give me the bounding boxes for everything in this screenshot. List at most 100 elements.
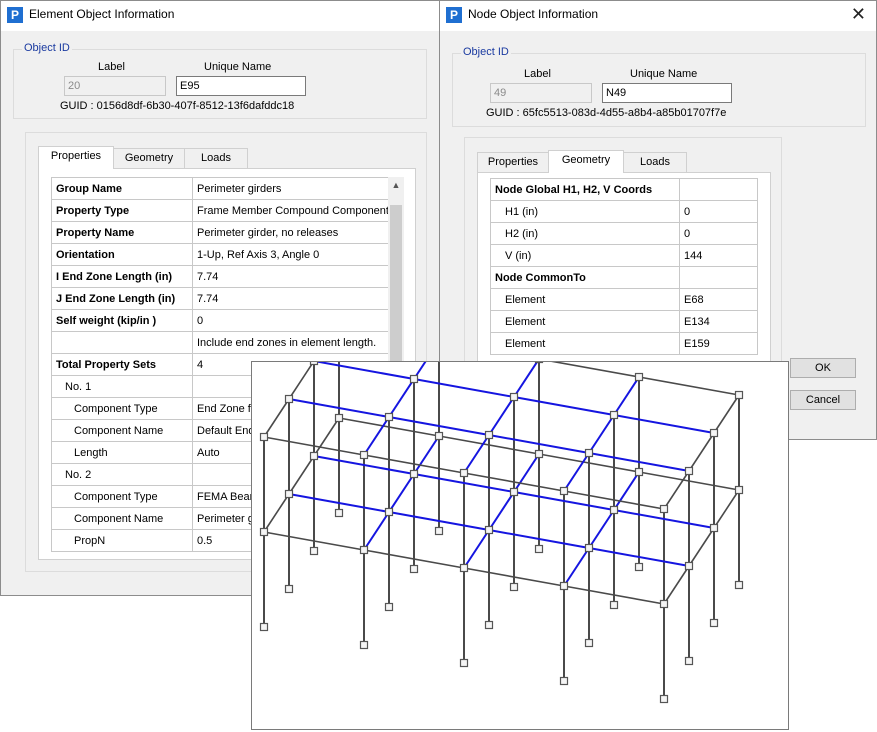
tab-geometry[interactable]: Geometry <box>548 150 624 173</box>
model-node[interactable] <box>259 432 269 442</box>
model-node[interactable] <box>509 392 519 402</box>
grid-row[interactable]: Element E68 <box>490 288 758 311</box>
frame-beam[interactable] <box>263 398 290 438</box>
grid-row[interactable]: I End Zone Length (in) 7.74 <box>51 265 389 288</box>
tab-loads[interactable]: Loads <box>184 148 248 168</box>
highlighted-beam[interactable] <box>613 376 640 416</box>
model-node[interactable] <box>284 489 294 499</box>
tab-properties[interactable]: Properties <box>477 152 549 172</box>
model-node[interactable] <box>409 374 419 384</box>
model-node[interactable] <box>609 505 619 515</box>
grid-row[interactable]: H1 (in) 0 <box>490 200 758 223</box>
highlighted-beam[interactable] <box>613 414 715 434</box>
grid-row[interactable]: Property Name Perimeter girder, no releas… <box>51 221 389 244</box>
frame-beam[interactable] <box>263 493 290 533</box>
tab-loads[interactable]: Loads <box>623 152 687 172</box>
model-node[interactable] <box>459 468 469 478</box>
property-value-cell[interactable]: Perimeter girders <box>192 177 389 200</box>
model-node[interactable] <box>384 507 394 517</box>
model-node[interactable] <box>384 412 394 422</box>
highlighted-beam[interactable] <box>463 529 490 569</box>
grid-row[interactable]: Self weight (kip/in ) 0 <box>51 309 389 332</box>
model-node[interactable] <box>684 656 694 666</box>
model-node[interactable] <box>359 545 369 555</box>
highlighted-beam[interactable] <box>388 378 415 418</box>
model-node[interactable] <box>734 580 744 590</box>
model-node[interactable] <box>359 450 369 460</box>
frame-beam[interactable] <box>688 527 715 567</box>
model-node[interactable] <box>509 487 519 497</box>
model-node[interactable] <box>359 640 369 650</box>
model-node[interactable] <box>684 561 694 571</box>
model-node[interactable] <box>384 602 394 612</box>
model-node[interactable] <box>684 466 694 476</box>
property-value-cell[interactable]: 0 <box>679 200 758 223</box>
model-node[interactable] <box>559 486 569 496</box>
model-node[interactable] <box>459 658 469 668</box>
model-node[interactable] <box>609 410 619 420</box>
property-value-cell[interactable]: Frame Member Compound Component <box>192 199 389 222</box>
model-node[interactable] <box>509 582 519 592</box>
tab-properties[interactable]: Properties <box>38 146 114 169</box>
frame-beam[interactable] <box>288 360 315 400</box>
close-icon[interactable]: ✕ <box>851 4 866 25</box>
highlighted-beam[interactable] <box>313 360 415 380</box>
model-node[interactable] <box>709 618 719 628</box>
model-node[interactable] <box>734 485 744 495</box>
property-value-cell[interactable]: 1-Up, Ref Axis 3, Angle 0 <box>192 243 389 266</box>
model-node[interactable] <box>259 622 269 632</box>
highlighted-beam[interactable] <box>413 378 515 398</box>
model-node[interactable] <box>334 508 344 518</box>
model-node[interactable] <box>709 523 719 533</box>
grid-row[interactable]: Element E134 <box>490 310 758 333</box>
model-node[interactable] <box>709 428 719 438</box>
property-value-cell[interactable]: E159 <box>679 332 758 355</box>
model-node[interactable] <box>534 449 544 459</box>
model-node[interactable] <box>634 467 644 477</box>
model-node[interactable] <box>309 546 319 556</box>
property-value-cell[interactable]: 7.74 <box>192 287 389 310</box>
model-node[interactable] <box>634 372 644 382</box>
model-node[interactable] <box>584 543 594 553</box>
highlighted-beam[interactable] <box>488 396 515 436</box>
model-node[interactable] <box>434 526 444 536</box>
node-window-titlebar[interactable]: P Node Object Information ✕ <box>440 1 876 31</box>
model-node[interactable] <box>634 562 644 572</box>
tab-geometry[interactable]: Geometry <box>113 148 185 168</box>
highlighted-beam[interactable] <box>513 396 615 416</box>
model-node[interactable] <box>284 394 294 404</box>
property-value-cell[interactable]: 7.74 <box>192 265 389 288</box>
property-value-cell[interactable]: 0 <box>192 309 389 332</box>
frame-model-canvas[interactable] <box>252 318 788 729</box>
model-node[interactable] <box>484 430 494 440</box>
property-value-cell[interactable]: 0 <box>679 222 758 245</box>
grid-row[interactable]: Element E159 <box>490 332 758 355</box>
model-3d-view[interactable] <box>251 318 789 730</box>
model-node[interactable] <box>434 431 444 441</box>
model-node[interactable] <box>309 451 319 461</box>
model-node[interactable] <box>659 504 669 514</box>
model-node[interactable] <box>534 544 544 554</box>
grid-row[interactable]: Node CommonTo <box>490 266 758 289</box>
model-node[interactable] <box>409 564 419 574</box>
highlighted-beam[interactable] <box>488 491 515 531</box>
property-value-cell[interactable]: Include end zones in element length. <box>192 331 389 354</box>
grid-row[interactable]: Group Name Perimeter girders <box>51 177 389 200</box>
model-node[interactable] <box>259 527 269 537</box>
highlighted-beam[interactable] <box>563 547 590 587</box>
model-node[interactable] <box>309 356 319 366</box>
model-node[interactable] <box>559 676 569 686</box>
model-node[interactable] <box>459 563 469 573</box>
highlighted-beam[interactable] <box>588 509 615 549</box>
grid-row[interactable]: V (in) 144 <box>490 244 758 267</box>
grid-row[interactable]: Property Type Frame Member Compound Compo… <box>51 199 389 222</box>
grid-row[interactable]: Include end zones in element length. <box>51 331 389 354</box>
model-node[interactable] <box>659 694 669 704</box>
property-value-cell[interactable] <box>679 178 758 201</box>
model-node[interactable] <box>734 390 744 400</box>
frame-beam[interactable] <box>288 455 315 495</box>
model-node[interactable] <box>484 525 494 535</box>
element-window-titlebar[interactable]: P Element Object Information <box>1 1 444 31</box>
frame-beam[interactable] <box>663 565 690 605</box>
grid-row[interactable]: J End Zone Length (in) 7.74 <box>51 287 389 310</box>
